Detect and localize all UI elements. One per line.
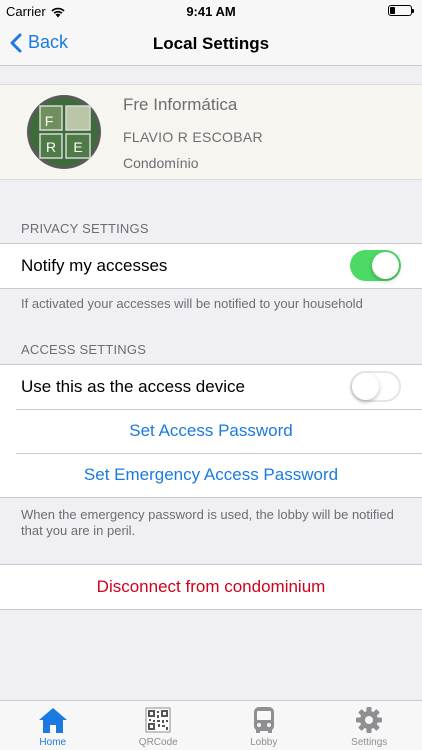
user-name: FLAVIO R ESCOBAR: [123, 129, 263, 145]
company-logo: F R E: [27, 95, 101, 169]
disconnect-row[interactable]: Disconnect from condominium: [0, 565, 422, 609]
home-icon: [38, 708, 67, 733]
disconnect-group: Disconnect from condominium: [0, 564, 422, 610]
status-bar: Carrier 9:41 AM: [0, 0, 422, 22]
navigation-bar: Back Local Settings: [0, 22, 422, 66]
tab-bar: Home QRCode Lobby Settings: [0, 700, 422, 750]
tab-home[interactable]: Home: [0, 701, 106, 750]
logo-letter-f: F: [45, 113, 54, 129]
logo-letter-e: E: [73, 139, 82, 155]
privacy-section-header: PRIVACY SETTINGS: [21, 221, 149, 236]
set-access-password-button[interactable]: Set Access Password: [0, 421, 422, 441]
tab-qrcode[interactable]: QRCode: [106, 701, 212, 750]
gear-icon: [356, 707, 383, 733]
privacy-section-footer: If activated your accesses will be notif…: [21, 296, 363, 311]
battery-icon: [388, 5, 414, 16]
access-device-row: Use this as the access device: [0, 365, 422, 409]
page-title: Local Settings: [152, 34, 270, 53]
set-emergency-password-button[interactable]: Set Emergency Access Password: [0, 465, 422, 485]
access-device-toggle[interactable]: [350, 371, 401, 402]
set-password-row[interactable]: Set Access Password: [0, 409, 422, 453]
privacy-group: Notify my accesses: [0, 243, 422, 289]
bus-icon: [253, 707, 274, 733]
disconnect-button[interactable]: Disconnect from condominium: [0, 577, 422, 597]
tab-lobby-label: Lobby: [250, 737, 278, 748]
notify-accesses-toggle[interactable]: [350, 250, 401, 281]
status-time: 9:41 AM: [186, 4, 236, 19]
access-group: Use this as the access device Set Access…: [0, 364, 422, 498]
access-device-label: Use this as the access device: [21, 377, 245, 396]
profile-type: Condomínio: [123, 155, 199, 171]
condominium-profile: F R E Fre Informática FLAVIO R ESCOBAR C…: [0, 84, 422, 180]
toggle-knob: [352, 373, 379, 400]
tab-settings-label: Settings: [351, 737, 388, 748]
access-section-footer: When the emergency password is used, the…: [21, 507, 394, 538]
toggle-knob: [372, 252, 399, 279]
logo-letter-r: R: [46, 139, 56, 155]
tab-qrcode-label: QRCode: [138, 737, 178, 748]
tab-lobby[interactable]: Lobby: [211, 701, 317, 750]
notify-accesses-row: Notify my accesses: [0, 244, 422, 288]
qrcode-icon: [145, 707, 171, 733]
company-name: Fre Informática: [123, 95, 238, 114]
tab-settings[interactable]: Settings: [317, 701, 422, 750]
tab-home-label: Home: [39, 737, 67, 748]
notify-accesses-label: Notify my accesses: [21, 256, 168, 275]
access-section-header: ACCESS SETTINGS: [21, 342, 147, 357]
set-emergency-password-row[interactable]: Set Emergency Access Password: [0, 453, 422, 497]
